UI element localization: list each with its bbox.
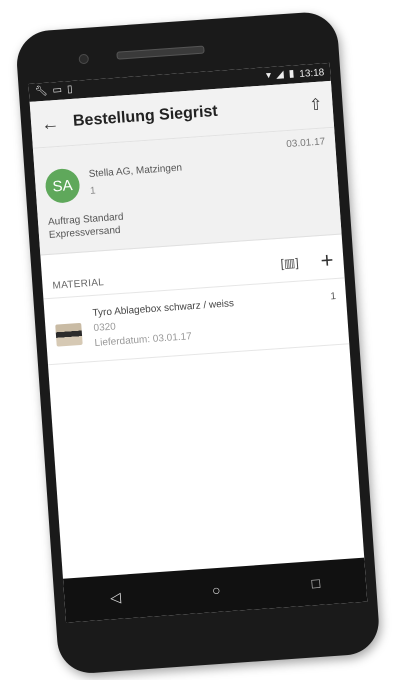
phone-body: 🔧︎ ▭ ▯ ▾ ◢ ▮ 13:18 ← Bestellung Siegrist…: [14, 10, 381, 676]
customer-row: SA Stella AG, Matzingen 1: [44, 138, 329, 204]
nav-bar: ◁ ○ □: [62, 557, 368, 623]
page-title: Bestellung Siegrist: [72, 102, 219, 130]
item-text: Tyro Ablagebox schwarz / weiss 0320 Lief…: [92, 298, 236, 349]
customer-block: Stella AG, Matzingen 1: [88, 162, 183, 196]
status-right: ▾ ◢ ▮ 13:18: [266, 67, 325, 82]
battery-icon: ▮: [288, 68, 295, 80]
status-left: 🔧︎ ▭ ▯: [34, 83, 73, 98]
sim-icon: ▯: [66, 83, 73, 96]
upload-icon[interactable]: ⇧: [308, 95, 324, 116]
arrow-left-icon[interactable]: ←: [40, 112, 67, 135]
avatar: SA: [44, 167, 81, 204]
phone-device: 🔧︎ ▭ ▯ ▾ ◢ ▮ 13:18 ← Bestellung Siegrist…: [0, 0, 398, 680]
barcode-scan-icon[interactable]: [▥]: [280, 255, 299, 270]
camera-icon: [78, 53, 90, 65]
circle-home-icon[interactable]: ○: [211, 582, 221, 599]
speaker-grille: [116, 45, 205, 60]
box-icon: [55, 322, 83, 347]
order-details: Auftrag Standard Expressversand: [48, 196, 331, 242]
wifi-icon: ▾: [265, 70, 272, 82]
status-time: 13:18: [298, 66, 325, 80]
triangle-back-icon[interactable]: ◁: [110, 588, 122, 606]
square-recents-icon[interactable]: □: [311, 575, 321, 592]
signal-icon: ◢: [275, 69, 285, 81]
screen-icon: ▭: [52, 84, 63, 97]
order-card[interactable]: 03.01.17 SA Stella AG, Matzingen 1 Auftr…: [32, 127, 342, 256]
customer-name: Stella AG, Matzingen: [88, 162, 183, 180]
plus-icon[interactable]: +: [320, 247, 335, 273]
wrench-icon: 🔧︎: [34, 85, 49, 98]
item-quantity: 1: [330, 291, 337, 303]
screen: 🔧︎ ▭ ▯ ▾ ◢ ▮ 13:18 ← Bestellung Siegrist…: [28, 62, 368, 623]
customer-number: 1: [89, 185, 96, 197]
